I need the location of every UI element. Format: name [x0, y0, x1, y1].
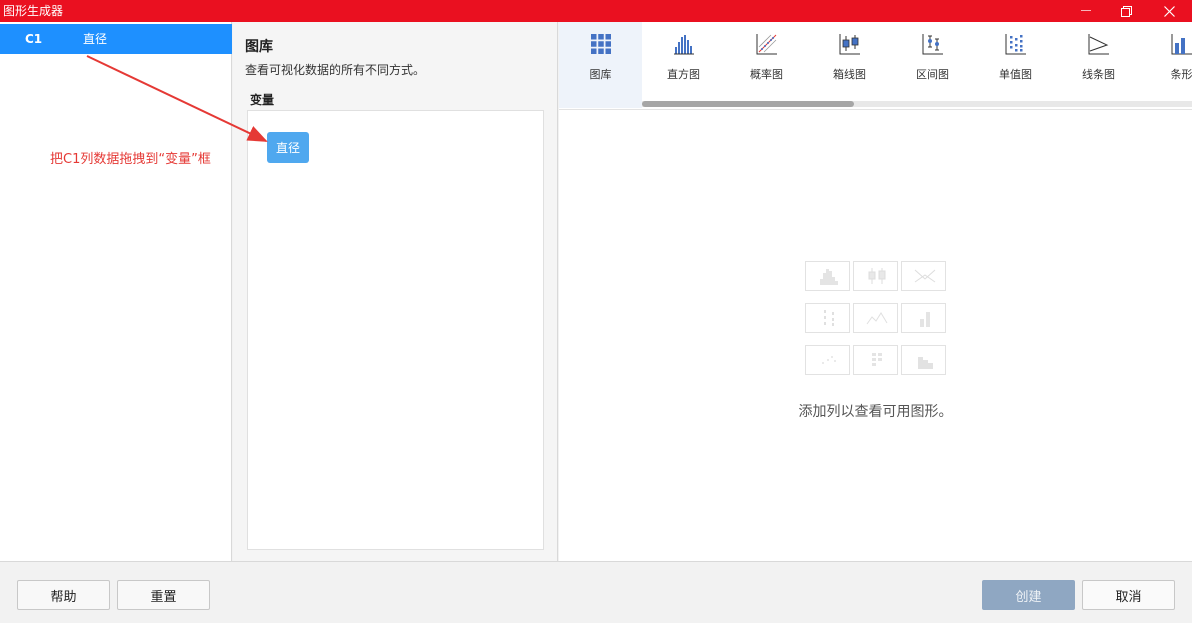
tabs-scrollbar[interactable] — [642, 101, 1192, 107]
gallery-subtitle: 查看可视化数据的所有不同方式。 — [245, 63, 426, 77]
column-id: C1 — [25, 32, 43, 46]
annotation-text: 把C1列数据拖拽到“变量”框 — [50, 152, 211, 167]
close-icon — [1163, 5, 1175, 17]
histogram-icon — [674, 35, 694, 55]
action-bar: 帮助 重置 创建 取消 — [0, 561, 1192, 623]
variable-label: 变量 — [250, 93, 275, 107]
tab-interval-plot[interactable]: 区间图 — [891, 22, 974, 108]
tab-label: 直方图 — [667, 68, 700, 81]
variable-chip[interactable]: 直径 — [267, 132, 309, 163]
title-bar: 图形生成器 — [0, 0, 1192, 22]
tab-gallery[interactable]: 图库 — [559, 22, 642, 108]
tab-label: 箱线图 — [833, 68, 866, 81]
probability-plot-icon — [756, 34, 777, 55]
empty-state-graphic — [805, 261, 947, 376]
tab-label: 区间图 — [916, 68, 949, 81]
interval-placeholder-icon — [805, 303, 850, 333]
stacked-bar-placeholder-icon — [901, 345, 946, 375]
tab-bar-chart[interactable]: 条形 — [1140, 22, 1192, 108]
tab-line-plot[interactable]: 线条图 — [1057, 22, 1140, 108]
create-button[interactable]: 创建 — [982, 580, 1075, 610]
scatter-line-placeholder-icon — [853, 303, 898, 333]
boxplot-placeholder-icon — [853, 261, 898, 291]
variable-drop-zone[interactable]: 直径 — [247, 110, 544, 550]
individual-value-plot-icon — [1005, 34, 1026, 55]
bar-placeholder-icon — [901, 303, 946, 333]
histogram-placeholder-icon — [805, 261, 850, 291]
empty-state-message: 添加列以查看可用图形。 — [798, 404, 953, 420]
tab-individual-value-plot[interactable]: 单值图 — [974, 22, 1057, 108]
minimize-button[interactable] — [1066, 0, 1106, 22]
graph-builder-window: 图形生成器 C1 直径 图库 查看可视化数据的所有不同方式。 变量 直径 图库 … — [0, 0, 1192, 623]
gallery-panel: 图库 查看可视化数据的所有不同方式。 变量 直径 — [233, 22, 558, 561]
matrix-placeholder-icon — [853, 345, 898, 375]
column-list: C1 直径 — [0, 22, 232, 561]
tab-label: 图库 — [589, 68, 612, 81]
tab-label: 概率图 — [750, 68, 783, 81]
restore-button[interactable] — [1106, 0, 1146, 22]
reset-button[interactable]: 重置 — [117, 580, 210, 610]
gallery-title: 图库 — [245, 39, 273, 55]
cancel-button[interactable]: 取消 — [1082, 580, 1175, 610]
close-button[interactable] — [1146, 0, 1192, 22]
help-button[interactable]: 帮助 — [17, 580, 110, 610]
scrollbar-thumb[interactable] — [642, 101, 854, 107]
graph-type-tabs: 图库 直方图 概率图 箱线图 区间图 单值图 线条图 条形 — [559, 22, 1192, 110]
bar-chart-icon — [1171, 34, 1192, 55]
tab-label: 条形 — [1170, 68, 1192, 81]
tab-probability-plot[interactable]: 概率图 — [725, 22, 808, 108]
column-item-c1[interactable]: C1 直径 — [0, 24, 232, 54]
restore-icon — [1120, 5, 1132, 17]
line-placeholder-icon — [901, 261, 946, 291]
scatter-placeholder-icon — [805, 345, 850, 375]
column-name: 直径 — [83, 32, 108, 46]
interval-plot-icon — [922, 34, 943, 55]
tab-histogram[interactable]: 直方图 — [642, 22, 725, 108]
tab-label: 单值图 — [999, 68, 1032, 81]
tab-boxplot[interactable]: 箱线图 — [808, 22, 891, 108]
boxplot-icon — [839, 34, 860, 55]
grid-icon — [591, 34, 611, 54]
minimize-icon — [1081, 10, 1091, 11]
tab-label: 线条图 — [1082, 68, 1115, 81]
window-title: 图形生成器 — [3, 4, 64, 18]
line-plot-icon — [1088, 34, 1109, 55]
graph-panel: 图库 直方图 概率图 箱线图 区间图 单值图 线条图 条形 添加列以查看可用图形… — [559, 22, 1192, 561]
